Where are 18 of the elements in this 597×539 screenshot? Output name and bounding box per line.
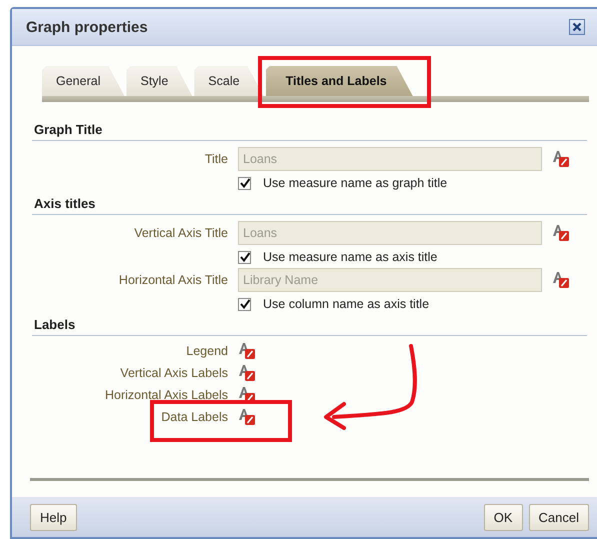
tab[interactable]: Style <box>126 66 192 96</box>
format-label: Vertical Axis Labels <box>119 366 228 380</box>
field-label: Vertical Axis Title <box>133 226 228 240</box>
dialog-button[interactable]: OK <box>484 504 523 530</box>
section-heading: Labels <box>32 317 587 336</box>
section-heading: Axis titles <box>32 196 587 215</box>
tab[interactable]: Scale <box>194 66 264 96</box>
dialog-button[interactable]: Cancel <box>528 504 589 530</box>
tab[interactable]: General <box>42 66 124 96</box>
format-label: Data Labels <box>160 410 228 424</box>
field-label: Title <box>204 152 228 166</box>
section-heading: Graph Title <box>32 122 587 141</box>
format-label: Horizontal Axis Labels <box>104 388 228 402</box>
tab[interactable]: Titles and Labels <box>266 66 413 96</box>
format-label: Legend <box>185 344 228 358</box>
field-label: Horizontal Axis Title <box>118 273 228 287</box>
window-title: Graph properties <box>26 18 148 36</box>
dialog-button[interactable]: Help <box>30 504 77 530</box>
